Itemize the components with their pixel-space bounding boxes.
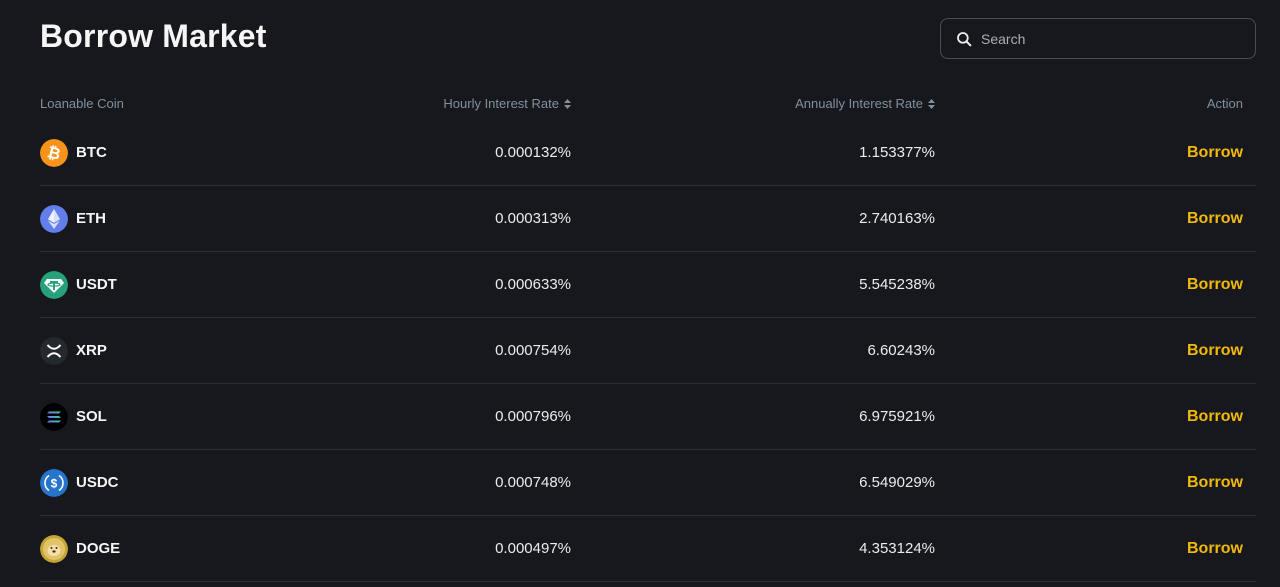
sol-icon [40, 402, 68, 431]
hourly-rate: 0.000754% [495, 342, 571, 359]
borrow-button[interactable]: Borrow [1187, 276, 1243, 294]
header: Borrow Market [40, 0, 1256, 86]
table-row: DOGE 0.000497% 4.353124% Borrow [40, 516, 1256, 582]
search-input[interactable] [981, 30, 1241, 47]
annual-rate: 4.353124% [859, 540, 935, 557]
hourly-rate: 0.000497% [495, 540, 571, 557]
header-hourly-rate-label: Hourly Interest Rate [443, 95, 559, 111]
borrow-button[interactable]: Borrow [1187, 474, 1243, 492]
borrow-button[interactable]: Borrow [1187, 210, 1243, 228]
annual-rate: 6.975921% [859, 408, 935, 425]
annual-rate: 1.153377% [859, 144, 935, 161]
table-row: XRP 0.000754% 6.60243% Borrow [40, 318, 1256, 384]
annual-rate: 6.549029% [859, 474, 935, 491]
action-cell: Borrow [935, 474, 1256, 492]
coin-cell: SOL [40, 402, 340, 431]
sort-icon[interactable] [928, 99, 935, 110]
borrow-button[interactable]: Borrow [1187, 540, 1243, 558]
coin-name: DOGE [76, 540, 121, 557]
annual-rate: 5.545238% [859, 276, 935, 293]
annual-rate: 2.740163% [859, 210, 935, 227]
hourly-rate: 0.000748% [495, 474, 571, 491]
table-row: SOL 0.000796% 6.975921% Borrow [40, 384, 1256, 450]
table-row: $ USDC 0.000748% 6.549029% Borrow [40, 450, 1256, 516]
usdt-icon [40, 270, 68, 299]
search-box[interactable] [940, 18, 1256, 59]
borrow-button[interactable]: Borrow [1187, 342, 1243, 360]
action-cell: Borrow [935, 210, 1256, 228]
xrp-icon [40, 336, 68, 365]
borrow-button[interactable]: Borrow [1187, 144, 1243, 162]
borrow-market-page: Borrow Market Loanable Coin Hourly Inter… [0, 0, 1280, 587]
action-cell: Borrow [935, 144, 1256, 162]
coin-cell: XRP [40, 336, 340, 365]
coin-name: SOL [76, 408, 107, 425]
hourly-rate: 0.000313% [495, 210, 571, 227]
coin-cell: $ USDC [40, 468, 340, 497]
table-row: ETH 0.000313% 2.740163% Borrow [40, 186, 1256, 252]
hourly-rate: 0.000796% [495, 408, 571, 425]
page-title: Borrow Market [40, 18, 267, 54]
coin-name: ETH [76, 210, 106, 227]
header-annual-rate[interactable]: Annually Interest Rate [571, 96, 935, 111]
coin-name: XRP [76, 342, 107, 359]
borrow-table: Loanable Coin Hourly Interest Rate Annua… [40, 86, 1256, 582]
annual-rate: 6.60243% [867, 342, 935, 359]
doge-icon [40, 534, 68, 563]
coin-name: BTC [76, 144, 107, 161]
coin-cell: ETH [40, 204, 340, 233]
coin-cell: DOGE [40, 534, 340, 563]
header-loanable-coin: Loanable Coin [40, 95, 124, 111]
action-cell: Borrow [935, 408, 1256, 426]
action-cell: Borrow [935, 540, 1256, 558]
action-cell: Borrow [935, 342, 1256, 360]
table-row: ₿ BTC 0.000132% 1.153377% Borrow [40, 120, 1256, 186]
action-cell: Borrow [935, 276, 1256, 294]
header-hourly-rate[interactable]: Hourly Interest Rate [340, 96, 571, 111]
coin-cell: ₿ BTC [40, 138, 340, 167]
coin-cell: USDT [40, 270, 340, 299]
eth-icon [40, 204, 68, 233]
coin-name: USDC [76, 474, 119, 491]
table-header: Loanable Coin Hourly Interest Rate Annua… [40, 86, 1256, 120]
coin-name: USDT [76, 276, 117, 293]
svg-text:$: $ [51, 476, 58, 490]
table-row: USDT 0.000633% 5.545238% Borrow [40, 252, 1256, 318]
borrow-button[interactable]: Borrow [1187, 408, 1243, 426]
usdc-icon: $ [40, 468, 68, 497]
sort-icon[interactable] [564, 99, 571, 110]
search-icon [957, 31, 972, 46]
hourly-rate: 0.000132% [495, 144, 571, 161]
hourly-rate: 0.000633% [495, 276, 571, 293]
btc-icon: ₿ [40, 138, 68, 167]
header-annual-rate-label: Annually Interest Rate [795, 95, 923, 111]
header-action: Action [1206, 95, 1243, 111]
